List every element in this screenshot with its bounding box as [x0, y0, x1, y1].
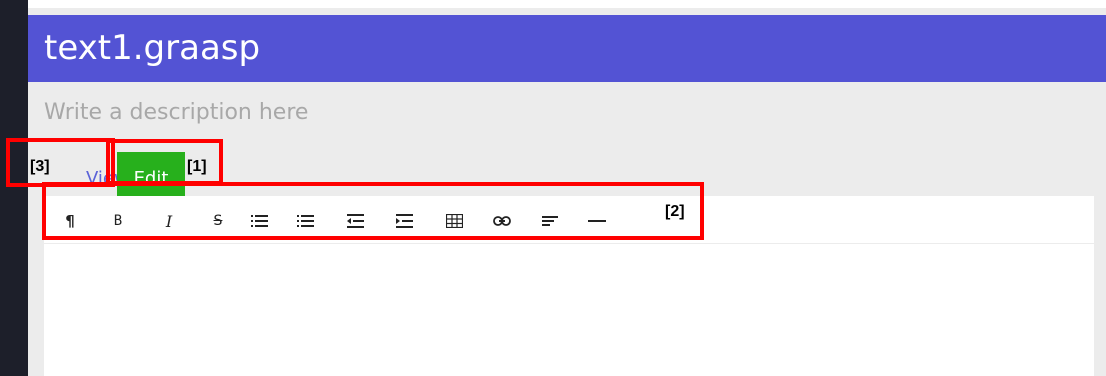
description-field[interactable]: Write a description here — [44, 99, 308, 127]
annotation-box-2 — [42, 182, 704, 240]
annotation-label-1: [1] — [187, 158, 207, 175]
editor-content-area[interactable] — [44, 245, 1094, 376]
title-bar: text1.graasp — [28, 15, 1106, 82]
annotation-box-3 — [6, 138, 115, 187]
window-left-edge — [0, 0, 28, 376]
annotation-label-2: [2] — [665, 203, 685, 220]
annotation-label-3: [3] — [30, 158, 50, 175]
document-title: text1.graasp — [44, 28, 261, 68]
